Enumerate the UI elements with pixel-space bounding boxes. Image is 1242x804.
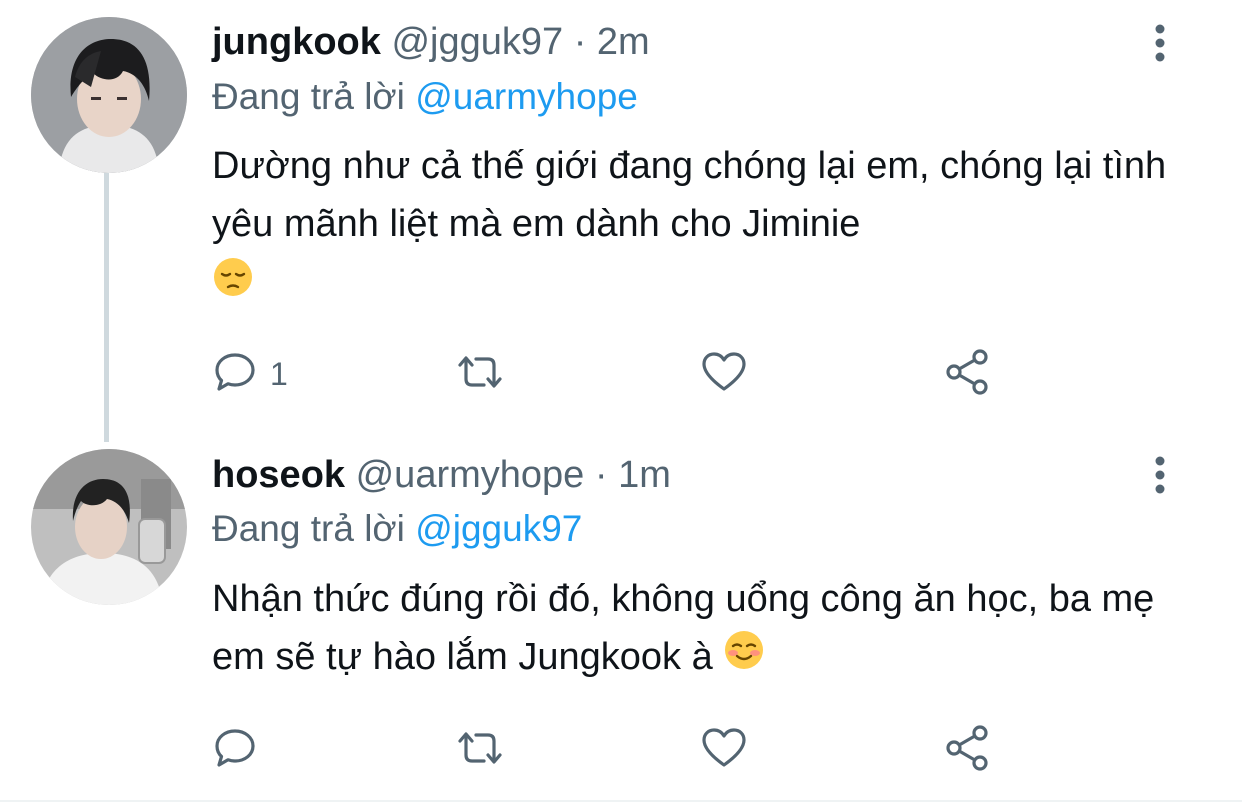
like-icon — [700, 725, 748, 776]
tweet-actions — [212, 722, 1012, 778]
tweet-timestamp[interactable]: 2m — [597, 21, 650, 63]
divider — [0, 800, 1242, 802]
replying-to-label: Đang trả lời — [212, 508, 405, 549]
tweet-text: Dường như cả thế giới đang chóng lại em,… — [212, 145, 1167, 245]
retweet-button[interactable] — [452, 722, 508, 778]
tweet-header: hoseok @uarmyhope · 1m — [212, 452, 671, 498]
display-name[interactable]: hoseok — [212, 454, 345, 496]
like-button[interactable] — [700, 722, 748, 778]
retweet-icon — [452, 349, 508, 400]
avatar[interactable] — [31, 17, 187, 173]
user-handle[interactable]: @uarmyhope — [356, 454, 585, 496]
more-options-button[interactable] — [1140, 20, 1180, 70]
separator-dot: · — [594, 454, 608, 496]
reply-count: 1 — [270, 355, 288, 392]
replying-to-handle-link[interactable]: @jgguk97 — [415, 508, 582, 549]
more-vertical-icon — [1153, 455, 1167, 500]
retweet-icon — [452, 725, 508, 776]
share-icon — [942, 723, 992, 778]
tweet-timestamp[interactable]: 1m — [618, 454, 671, 496]
share-icon — [942, 347, 992, 402]
tweet-actions: 1 — [212, 346, 1012, 402]
replying-to: Đang trả lời @uarmyhope — [212, 74, 638, 120]
reply-icon — [212, 349, 258, 400]
like-button[interactable] — [700, 346, 748, 402]
tweet-header: jungkook @jgguk97 · 2m — [212, 19, 650, 65]
reply-button[interactable]: 1 — [212, 346, 288, 402]
tweet-item[interactable]: hoseok @uarmyhope · 1m Đang trả lời @jgg… — [0, 430, 1242, 800]
more-vertical-icon — [1153, 23, 1167, 68]
like-icon — [700, 349, 748, 400]
display-name[interactable]: jungkook — [212, 21, 381, 63]
user-handle[interactable]: @jgguk97 — [391, 21, 563, 63]
replying-to: Đang trả lời @jgguk97 — [212, 506, 582, 552]
replying-to-handle-link[interactable]: @uarmyhope — [415, 76, 638, 117]
pensive-face-emoji — [212, 256, 254, 303]
tweet-text: Nhận thức đúng rồi đó, không uổng công ă… — [212, 570, 1202, 688]
replying-to-label: Đang trả lời — [212, 76, 405, 117]
share-button[interactable] — [942, 722, 992, 778]
reply-icon — [212, 725, 258, 776]
smiling-face-emoji — [723, 629, 765, 688]
tweet-emoji-line — [212, 256, 254, 312]
tweet-item[interactable]: jungkook @jgguk97 · 2m Đang trả lời @uar… — [0, 0, 1242, 430]
tweet-thread: jungkook @jgguk97 · 2m Đang trả lời @uar… — [0, 0, 1242, 804]
avatar[interactable] — [31, 449, 187, 605]
share-button[interactable] — [942, 346, 992, 402]
tweet-text-content: Nhận thức đúng rồi đó, không uổng công ă… — [212, 578, 1155, 678]
separator-dot: · — [573, 21, 587, 63]
more-options-button[interactable] — [1140, 452, 1180, 502]
retweet-button[interactable] — [452, 346, 508, 402]
reply-button[interactable] — [212, 722, 270, 778]
